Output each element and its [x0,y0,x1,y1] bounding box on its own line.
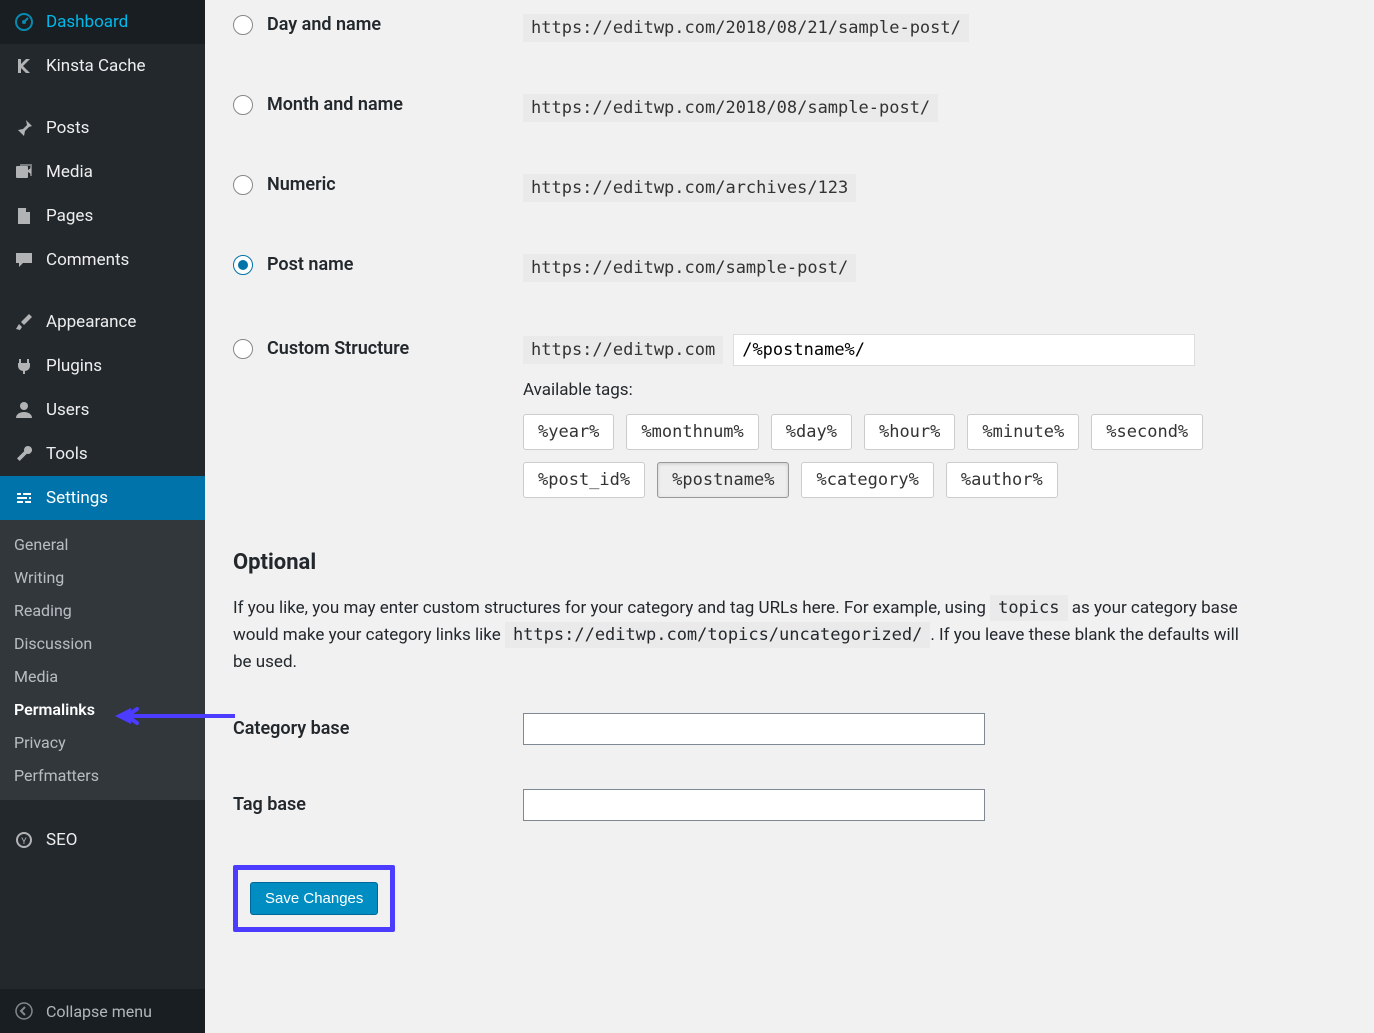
radio-label[interactable]: Day and name [267,14,381,35]
tag-post-id[interactable]: %post_id% [523,462,645,498]
sidebar-item-label: Kinsta Cache [46,56,146,76]
tag-day[interactable]: %day% [771,414,852,450]
wrench-icon [12,442,36,466]
sidebar-item-media[interactable]: Media [0,150,205,194]
url-sample: https://editwp.com/2018/08/21/sample-pos… [523,14,969,42]
sidebar-item-pages[interactable]: Pages [0,194,205,238]
tag-category[interactable]: %category% [801,462,933,498]
category-base-row: Category base [233,713,1277,745]
submenu-item-permalinks[interactable]: Permalinks [0,693,205,726]
submenu-item-media[interactable]: Media [0,660,205,693]
seo-icon: Y [12,828,36,852]
sidebar-item-label: SEO [46,830,77,850]
admin-sidebar: Dashboard Kinsta Cache Posts Media Pages… [0,0,205,1033]
category-base-input[interactable] [523,713,985,745]
tag-postname[interactable]: %postname% [657,462,789,498]
tag-base-label: Tag base [233,794,523,815]
submenu-item-discussion[interactable]: Discussion [0,627,205,660]
radio-label[interactable]: Custom Structure [267,338,409,359]
dashboard-icon [12,10,36,34]
settings-submenu: General Writing Reading Discussion Media… [0,520,205,800]
svg-text:Y: Y [21,837,27,847]
code-sample-url: https://editwp.com/topics/uncategorized/ [505,622,930,648]
url-sample: https://editwp.com/archives/123 [523,174,856,202]
permalink-option-day-name: Day and name https://editwp.com/2018/08/… [233,14,1277,42]
sidebar-item-label: Posts [46,118,89,138]
sidebar-item-label: Plugins [46,356,102,376]
sidebar-item-label: Comments [46,250,129,270]
sidebar-item-settings[interactable]: Settings [0,476,205,520]
user-icon [12,398,36,422]
url-sample: https://editwp.com/2018/08/sample-post/ [523,94,938,122]
tag-row-2: %post_id% %postname% %category% %author% [523,462,1203,498]
collapse-icon [12,999,36,1023]
permalink-option-custom: Custom Structure https://editwp.com Avai… [233,334,1277,510]
permalink-option-post-name: Post name https://editwp.com/sample-post… [233,254,1277,282]
radio-label[interactable]: Numeric [267,174,336,195]
radio-day-name[interactable] [233,15,253,35]
sidebar-item-dashboard[interactable]: Dashboard [0,0,205,44]
available-tags-label: Available tags: [523,380,1203,400]
kinsta-icon [12,54,36,78]
comment-icon [12,248,36,272]
tag-second[interactable]: %second% [1091,414,1203,450]
sidebar-item-users[interactable]: Users [0,388,205,432]
submenu-item-privacy[interactable]: Privacy [0,726,205,759]
code-topics: topics [990,595,1067,621]
sidebar-item-label: Dashboard [46,12,128,32]
sidebar-item-kinsta-cache[interactable]: Kinsta Cache [0,44,205,88]
submenu-item-writing[interactable]: Writing [0,561,205,594]
sidebar-item-appearance[interactable]: Appearance [0,300,205,344]
sidebar-item-label: Settings [46,488,108,508]
sidebar-item-label: Tools [46,444,88,464]
submenu-item-general[interactable]: General [0,528,205,561]
sidebar-item-label: Pages [46,206,93,226]
radio-label[interactable]: Post name [267,254,353,275]
collapse-menu-button[interactable]: Collapse menu [0,989,205,1033]
save-highlight-box: Save Changes [233,865,395,932]
sliders-icon [12,486,36,510]
tag-base-input[interactable] [523,789,985,821]
tag-monthnum[interactable]: %monthnum% [626,414,758,450]
plug-icon [12,354,36,378]
radio-month-name[interactable] [233,95,253,115]
sidebar-item-label: Users [46,400,89,420]
permalink-option-month-name: Month and name https://editwp.com/2018/0… [233,94,1277,122]
category-base-label: Category base [233,718,523,739]
sidebar-item-seo[interactable]: Y SEO [0,818,205,862]
permalink-option-numeric: Numeric https://editwp.com/archives/123 [233,174,1277,202]
tag-row-1: %year% %monthnum% %day% %hour% %minute% … [523,414,1203,450]
pin-icon [12,116,36,140]
media-icon [12,160,36,184]
optional-heading: Optional [233,550,1277,575]
main-content: Day and name https://editwp.com/2018/08/… [205,0,1305,1033]
radio-custom-structure[interactable] [233,339,253,359]
collapse-label: Collapse menu [46,1002,152,1021]
radio-post-name[interactable] [233,255,253,275]
sidebar-item-tools[interactable]: Tools [0,432,205,476]
tag-author[interactable]: %author% [946,462,1058,498]
save-changes-button[interactable]: Save Changes [250,882,378,915]
radio-numeric[interactable] [233,175,253,195]
tag-minute[interactable]: %minute% [967,414,1079,450]
custom-structure-input[interactable] [733,334,1195,366]
sidebar-item-posts[interactable]: Posts [0,106,205,150]
submenu-item-perfmatters[interactable]: Perfmatters [0,759,205,792]
custom-base-url: https://editwp.com [523,336,723,364]
sidebar-item-plugins[interactable]: Plugins [0,344,205,388]
optional-description: If you like, you may enter custom struct… [233,595,1253,677]
sidebar-item-comments[interactable]: Comments [0,238,205,282]
tag-year[interactable]: %year% [523,414,614,450]
tag-hour[interactable]: %hour% [864,414,955,450]
page-icon [12,204,36,228]
radio-label[interactable]: Month and name [267,94,403,115]
brush-icon [12,310,36,334]
sidebar-item-label: Media [46,162,93,182]
tag-base-row: Tag base [233,789,1277,821]
sidebar-item-label: Appearance [46,312,136,332]
submenu-item-reading[interactable]: Reading [0,594,205,627]
url-sample: https://editwp.com/sample-post/ [523,254,856,282]
